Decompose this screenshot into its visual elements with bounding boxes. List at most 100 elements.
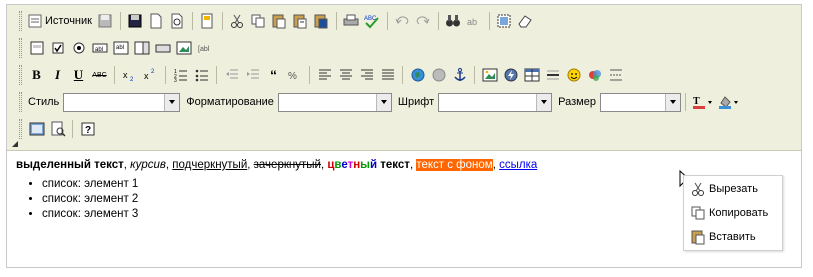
justify-button[interactable]	[377, 65, 398, 86]
chevron-down-icon[interactable]	[375, 93, 391, 111]
copy-button[interactable]	[248, 11, 269, 32]
spellcheck-button[interactable]: ABC	[362, 11, 383, 32]
blockquote-button[interactable]: “	[263, 65, 284, 86]
underline-button[interactable]: U	[68, 65, 89, 86]
paste-button[interactable]	[269, 11, 290, 32]
horizontal-rule-button[interactable]	[542, 65, 563, 86]
separator	[221, 12, 223, 30]
paste-word-button[interactable]	[311, 11, 332, 32]
special-char-button[interactable]	[584, 65, 605, 86]
align-left-button[interactable]	[314, 65, 335, 86]
smiley-button[interactable]	[563, 65, 584, 86]
italic-icon: I	[54, 67, 61, 82]
subscript-button[interactable]: x2	[119, 65, 140, 86]
link-text[interactable]: ссылка	[499, 159, 537, 171]
bg-color-button[interactable]	[716, 92, 742, 113]
button-button[interactable]	[152, 38, 173, 59]
show-blocks-button[interactable]	[47, 119, 68, 140]
context-menu-copy[interactable]: Копировать	[684, 202, 784, 224]
preview-button[interactable]	[167, 11, 188, 32]
svg-text:%: %	[288, 71, 297, 82]
image-button-icon	[176, 41, 191, 55]
print-button[interactable]	[341, 11, 362, 32]
globe-link-icon	[411, 68, 424, 82]
outdent-button[interactable]	[221, 65, 242, 86]
table-icon	[524, 68, 539, 82]
checkbox-button[interactable]	[47, 38, 68, 59]
table-button[interactable]	[521, 65, 542, 86]
div-container-button[interactable]: %	[284, 65, 305, 86]
maximize-button[interactable]	[26, 119, 47, 140]
unlink-button[interactable]	[428, 65, 449, 86]
strike-button[interactable]: ABC	[89, 65, 110, 86]
chevron-down-icon[interactable]	[664, 93, 680, 111]
form-button[interactable]	[26, 38, 47, 59]
toolbar-grip[interactable]	[19, 119, 22, 139]
chevron-down-icon[interactable]	[164, 93, 180, 111]
link-button[interactable]	[407, 65, 428, 86]
style-value	[64, 94, 164, 111]
superscript-button[interactable]: x2	[140, 65, 161, 86]
text-color-button[interactable]: T	[690, 92, 716, 113]
style-select[interactable]	[63, 92, 181, 112]
font-select[interactable]	[438, 92, 553, 112]
select-all-icon	[497, 14, 511, 28]
bold-button[interactable]: B	[26, 65, 47, 86]
italic-button[interactable]: I	[47, 65, 68, 86]
context-menu-cut[interactable]: Вырезать	[684, 178, 784, 200]
size-select[interactable]	[599, 92, 681, 112]
image-button[interactable]	[479, 65, 500, 86]
flash-button[interactable]	[500, 65, 521, 86]
cut-button[interactable]	[227, 11, 248, 32]
remove-format-button[interactable]	[515, 11, 536, 32]
toolbar-grip[interactable]	[19, 92, 22, 112]
page-break-icon	[609, 69, 622, 81]
toolbar-row-4: Стиль Форматирование Шрифт Размер T	[19, 90, 742, 114]
anchor-button[interactable]	[449, 65, 470, 86]
svg-text:abl: abl	[116, 45, 124, 51]
copy-icon	[691, 206, 705, 220]
toolbar-grip[interactable]	[19, 65, 22, 85]
about-button[interactable]: ?	[77, 119, 98, 140]
eraser-icon	[518, 15, 533, 28]
paste-icon	[272, 14, 286, 29]
font-label: Шрифт	[397, 96, 435, 108]
numbered-list-button[interactable]: 123	[170, 65, 191, 86]
chevron-down-icon[interactable]	[536, 93, 552, 111]
text-field-button[interactable]: abl	[89, 38, 110, 59]
format-select[interactable]	[277, 92, 392, 112]
toolbar-grip[interactable]	[19, 11, 22, 31]
anchor-icon	[453, 68, 466, 81]
context-menu-paste[interactable]: Вставить	[684, 226, 784, 248]
source-button[interactable]: Источник	[26, 11, 95, 32]
templates-button[interactable]	[197, 11, 218, 32]
find-button[interactable]	[443, 11, 464, 32]
textarea-button[interactable]: abl	[110, 38, 131, 59]
indent-button[interactable]	[242, 65, 263, 86]
page-break-button[interactable]	[605, 65, 626, 86]
separator	[191, 12, 193, 30]
svg-text:3: 3	[174, 78, 177, 83]
radio-button[interactable]	[68, 38, 89, 59]
bulleted-list-button[interactable]	[191, 65, 212, 86]
bold-icon: B	[32, 67, 41, 82]
new-page-button[interactable]	[146, 11, 167, 32]
collapse-toolbar-icon[interactable]	[11, 140, 19, 148]
show-blocks-icon	[51, 121, 66, 137]
hidden-field-button[interactable]: [abl	[194, 38, 215, 59]
undo-button[interactable]	[392, 11, 413, 32]
image-button-button[interactable]	[173, 38, 194, 59]
select-button[interactable]	[131, 38, 152, 59]
separator	[216, 66, 217, 84]
align-center-button[interactable]	[335, 65, 356, 86]
replace-button[interactable]: ab	[464, 11, 485, 32]
align-left-icon	[318, 69, 331, 80]
save-document-button[interactable]	[125, 11, 146, 32]
save-button[interactable]	[95, 11, 116, 32]
redo-button[interactable]	[413, 11, 434, 32]
align-right-button[interactable]	[356, 65, 377, 86]
select-all-button[interactable]	[494, 11, 515, 32]
separator	[684, 93, 686, 111]
paste-text-button[interactable]	[290, 11, 311, 32]
toolbar-grip[interactable]	[19, 38, 22, 58]
